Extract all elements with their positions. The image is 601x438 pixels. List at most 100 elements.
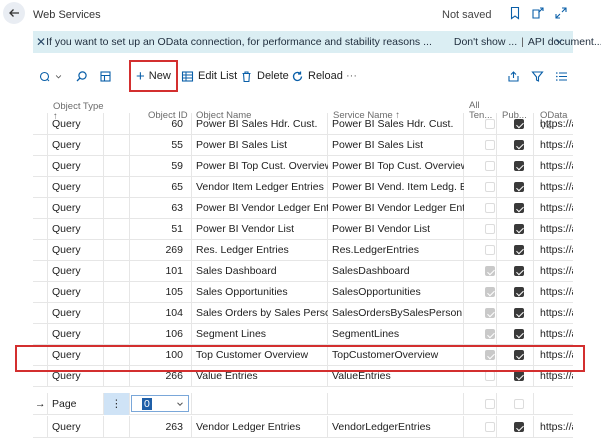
table-row[interactable]: Query 55 Power BI Sales List Power BI Sales… [33, 134, 573, 156]
cell-published[interactable] [512, 239, 526, 261]
cell-service-name[interactable]: SalesOrdersBySalesPerson [332, 302, 464, 324]
table-row[interactable]: Query 59 Power BI Top Cust. Overview Power … [33, 155, 573, 177]
dont-show-link[interactable]: Don't show ... [454, 36, 517, 48]
cell-all-tenants[interactable] [483, 155, 497, 177]
table-row[interactable]: Query 269 Res. Ledger Entries Res.LedgerEnt… [33, 239, 573, 261]
cell-published[interactable] [512, 176, 526, 198]
cell-object-name[interactable]: Sales Orders by Sales Person [196, 302, 328, 324]
cell-object-name[interactable]: Power BI Sales List [196, 134, 328, 156]
cell-odata-url[interactable]: https://a [540, 239, 573, 261]
cell-object-type[interactable]: Query [52, 176, 112, 198]
edit-list-button[interactable]: Edit List [181, 62, 237, 90]
cell-object-name[interactable]: Power BI Vendor Ledger Entries [196, 197, 328, 219]
cell-object-name[interactable]: Sales Opportunities [196, 281, 328, 303]
cell-odata-url[interactable]: https://a [540, 281, 573, 303]
cell-published[interactable] [512, 281, 526, 303]
filter-button[interactable] [531, 62, 544, 90]
cell-published[interactable] [512, 218, 526, 240]
table-row[interactable]: Query 51 Power BI Vendor List Power BI Vend… [33, 218, 573, 240]
cell-service-name[interactable]: SegmentLines [332, 323, 464, 345]
cell-published[interactable] [512, 134, 526, 156]
cell-published[interactable] [512, 113, 526, 135]
bookmark-icon[interactable] [508, 6, 522, 20]
cell-odata-url[interactable]: https://a [540, 155, 573, 177]
cell-object-name[interactable]: Power BI Top Cust. Overview [196, 155, 328, 177]
cell-object-name[interactable]: Res. Ledger Entries [196, 239, 328, 261]
cell-published[interactable] [512, 323, 526, 345]
cell-odata-url[interactable]: https://a [540, 302, 573, 324]
cell-odata-url[interactable]: https://a [540, 416, 573, 438]
cell-odata-url[interactable]: https://a [540, 176, 573, 198]
object-id-dropdown-input[interactable]: 0 [131, 395, 189, 412]
cell-published[interactable] [512, 197, 526, 219]
cell-all-tenants[interactable] [483, 393, 497, 415]
cell-odata-url[interactable]: https://a [540, 218, 573, 240]
cell-service-name[interactable]: SalesOpportunities [332, 281, 464, 303]
cell-published[interactable] [512, 302, 526, 324]
table-row[interactable]: Query 104 Sales Orders by Sales Person Sale… [33, 302, 573, 324]
cell-object-name[interactable]: Sales Dashboard [196, 260, 328, 282]
cell-odata-url[interactable]: https://a [540, 134, 573, 156]
cell-object-type[interactable]: Query [52, 134, 112, 156]
cell-all-tenants[interactable] [483, 113, 497, 135]
cell-service-name[interactable]: Power BI Vendor List [332, 218, 464, 240]
cell-service-name[interactable]: Power BI Top Cust. Overview [332, 155, 464, 177]
cell-object-type[interactable]: Query [52, 323, 112, 345]
cell-object-type[interactable]: Query [52, 113, 112, 135]
cell-object-id[interactable]: 65 [133, 176, 183, 198]
table-row[interactable]: Query 101 Sales Dashboard SalesDashboard htt… [33, 260, 573, 282]
cell-object-id[interactable]: 263 [133, 416, 183, 438]
table-row[interactable]: Query 105 Sales Opportunities SalesOpportun… [33, 281, 573, 303]
cell-object-id[interactable]: 104 [133, 302, 183, 324]
table-row[interactable]: Query 63 Power BI Vendor Ledger EntriesPow… [33, 197, 573, 219]
cell-object-type[interactable]: Query [52, 281, 112, 303]
close-icon[interactable]: ✕ [36, 35, 46, 49]
delete-button[interactable]: Delete [240, 62, 289, 90]
cell-all-tenants[interactable] [483, 176, 497, 198]
cell-all-tenants[interactable] [483, 281, 497, 303]
cell-all-tenants[interactable] [483, 323, 497, 345]
chevron-down-icon[interactable] [553, 35, 565, 47]
cell-odata-url[interactable]: https://a [540, 260, 573, 282]
cell-service-name[interactable]: VendorLedgerEntries [332, 416, 464, 438]
open-new-window-icon[interactable] [531, 6, 545, 20]
table-row[interactable]: Query 106 Segment Lines SegmentLines https:/… [33, 323, 573, 345]
share-button[interactable] [507, 62, 520, 90]
row-actions-menu-button[interactable]: ⋮ [104, 393, 129, 415]
cell-service-name[interactable]: Power BI Vend. Item Ledg. Ent. [332, 176, 464, 198]
cell-object-id[interactable]: 106 [133, 323, 183, 345]
cell-service-name[interactable]: SalesDashboard [332, 260, 464, 282]
cell-object-name[interactable]: Segment Lines [196, 323, 328, 345]
cell-object-type[interactable]: Query [52, 155, 112, 177]
cell-object-id[interactable]: 51 [133, 218, 183, 240]
cell-published[interactable] [512, 155, 526, 177]
cell-all-tenants[interactable] [483, 260, 497, 282]
cell-all-tenants[interactable] [483, 302, 497, 324]
cell-object-id[interactable]: 55 [133, 134, 183, 156]
cell-object-name[interactable]: Vendor Item Ledger Entries [196, 176, 328, 198]
new-button[interactable]: + New [129, 60, 178, 92]
cell-service-name[interactable]: Power BI Vendor Ledger Entries [332, 197, 464, 219]
new-record-row[interactable]: → Page ⋮ 0 [33, 393, 573, 415]
column-object-type[interactable]: Object Type [53, 101, 104, 112]
back-button[interactable] [3, 2, 25, 24]
cell-object-type[interactable]: Query [52, 416, 112, 438]
cell-service-name[interactable]: Power BI Sales Hdr. Cust. [332, 113, 464, 135]
filter-pane-button[interactable] [39, 62, 63, 90]
cell-all-tenants[interactable] [483, 239, 497, 261]
cell-object-id[interactable]: 101 [133, 260, 183, 282]
cell-all-tenants[interactable] [483, 218, 497, 240]
expand-icon[interactable] [554, 6, 568, 20]
cell-object-name[interactable]: Power BI Vendor List [196, 218, 328, 240]
cell-odata-url[interactable]: https://a [540, 197, 573, 219]
cell-all-tenants[interactable] [483, 416, 497, 438]
cell-odata-url[interactable]: https://a [540, 113, 573, 135]
cell-all-tenants[interactable] [483, 197, 497, 219]
cell-object-type[interactable]: Page [52, 393, 112, 415]
table-row[interactable]: Query 65 Vendor Item Ledger Entries Power B… [33, 176, 573, 198]
more-options-button[interactable]: ··· [346, 62, 357, 90]
cell-service-name[interactable]: Power BI Sales List [332, 134, 464, 156]
table-row[interactable]: Query 263 Vendor Ledger Entries VendorLedge… [33, 416, 573, 438]
cell-object-name[interactable]: Power BI Sales Hdr. Cust. [196, 113, 328, 135]
cell-object-id[interactable]: 63 [133, 197, 183, 219]
